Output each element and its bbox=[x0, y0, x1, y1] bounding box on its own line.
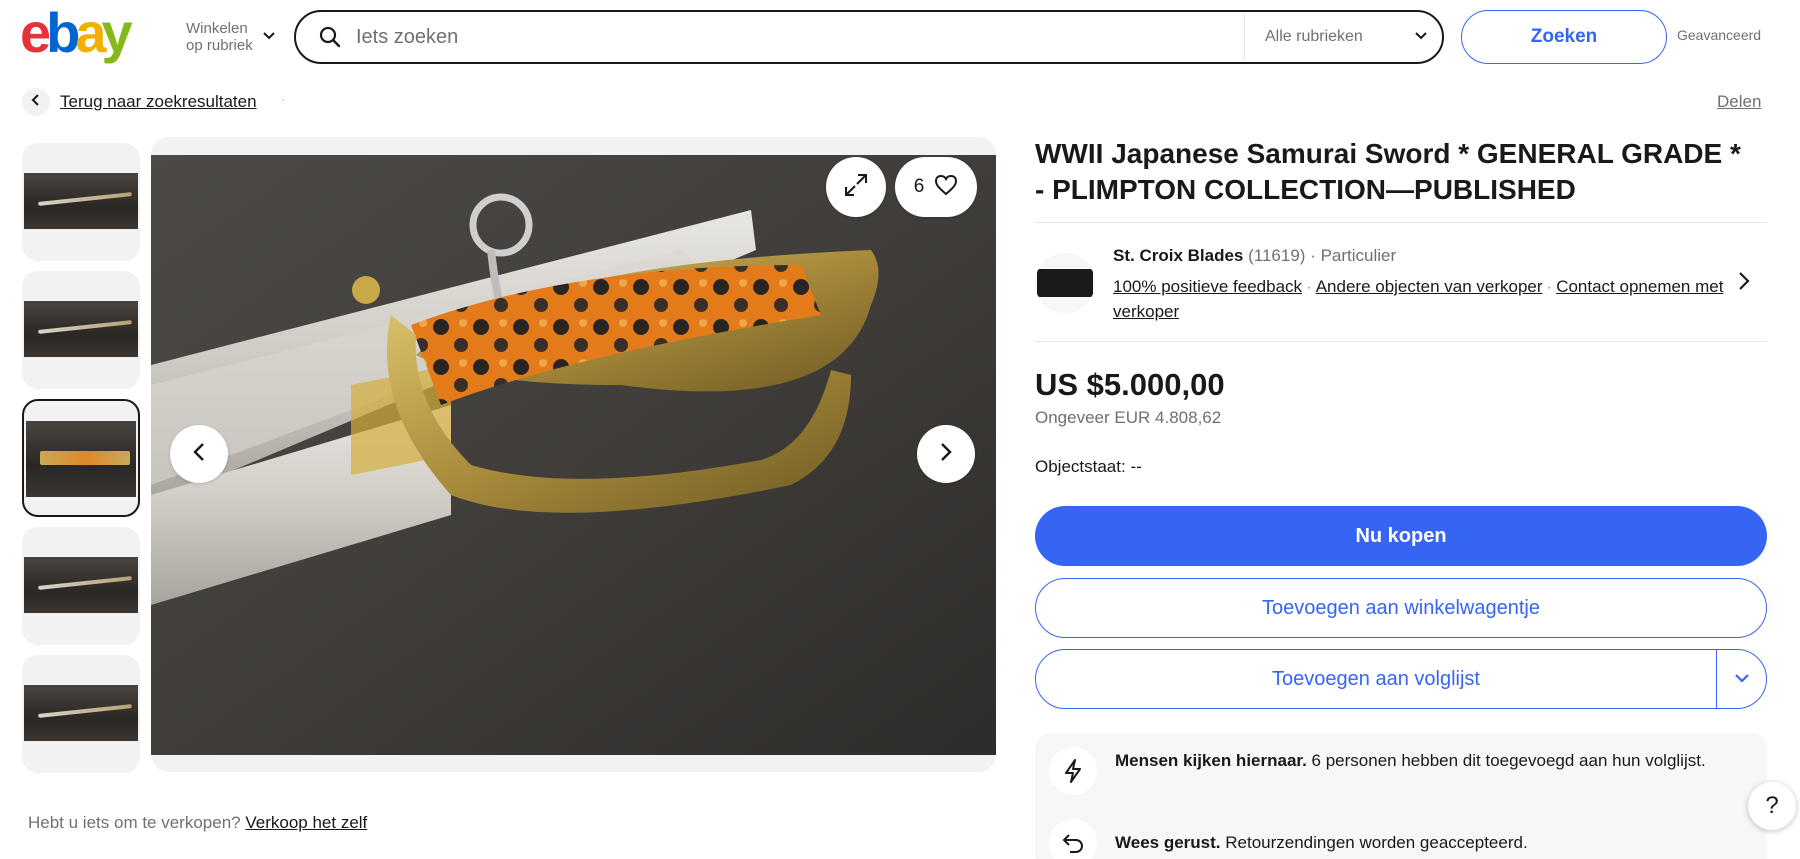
help-button[interactable]: ? bbox=[1748, 782, 1796, 830]
advanced-search-link[interactable]: Geavanceerd bbox=[1677, 27, 1761, 43]
sell-prompt-text: Hebt u iets om te verkopen? bbox=[28, 813, 241, 832]
watch-count: 6 bbox=[913, 176, 925, 197]
breadcrumb-separator: · bbox=[281, 91, 286, 107]
logo-letter-b: b bbox=[46, 2, 78, 64]
returns-text: Wees gerust. Retourzendingen worden geac… bbox=[1115, 819, 1528, 855]
other-items-link[interactable]: Andere objecten van verkoper bbox=[1316, 277, 1543, 296]
listing-title: WWII Japanese Samurai Sword * GENERAL GR… bbox=[1035, 138, 1741, 205]
thumbnail-2[interactable] bbox=[22, 271, 140, 389]
chevron-left-icon bbox=[31, 93, 41, 112]
watchlist-control: Toevoegen aan volglijst bbox=[1035, 649, 1767, 709]
logo-letter-y: y bbox=[102, 2, 133, 64]
seller-logo bbox=[1037, 269, 1093, 297]
seller-links: 100% positieve feedback · Andere objecten … bbox=[1113, 274, 1733, 324]
thumbnail-1[interactable] bbox=[22, 143, 140, 261]
chevron-left-icon bbox=[192, 441, 206, 468]
watching-bold: Mensen kijken hiernaar. bbox=[1115, 751, 1307, 770]
search-category-label: Alle rubrieken bbox=[1265, 28, 1363, 45]
chevron-down-icon bbox=[1414, 28, 1428, 46]
search-input[interactable] bbox=[342, 12, 1244, 62]
share-link[interactable]: Delen bbox=[1717, 92, 1761, 112]
chevron-right-icon[interactable] bbox=[1738, 271, 1750, 296]
back-to-results-link[interactable]: Terug naar zoekresultaten bbox=[60, 92, 257, 112]
category-menu[interactable]: Winkelen op rubriek bbox=[186, 10, 278, 64]
add-to-watchlist-button[interactable]: Toevoegen aan volglijst bbox=[1036, 650, 1716, 708]
divider bbox=[1035, 341, 1767, 342]
previous-image-button[interactable] bbox=[170, 425, 228, 483]
price-approx-value: EUR 4.808,62 bbox=[1114, 408, 1222, 427]
watching-detail: 6 personen hebben dit toegevoegd aan hun… bbox=[1311, 751, 1706, 770]
category-menu-label: Winkelen op rubriek bbox=[186, 20, 253, 54]
svg-text:ebay: ebay bbox=[20, 2, 133, 64]
thumbnail-image bbox=[24, 557, 138, 613]
link-separator: · bbox=[1546, 277, 1553, 296]
return-arrow-icon bbox=[1049, 819, 1097, 859]
back-button[interactable] bbox=[22, 88, 50, 116]
expand-icon bbox=[843, 172, 869, 203]
watching-text: Mensen kijken hiernaar. 6 personen hebbe… bbox=[1115, 747, 1706, 773]
main-product-image[interactable] bbox=[151, 155, 996, 755]
returns-detail: Retourzendingen worden geaccepteerd. bbox=[1225, 833, 1528, 852]
chevron-down-icon bbox=[1734, 670, 1750, 688]
thumbnail-5[interactable] bbox=[22, 655, 140, 773]
heart-icon bbox=[934, 174, 958, 201]
search-button[interactable]: Zoeken bbox=[1461, 10, 1667, 64]
seller-feedback-score: (11619) bbox=[1248, 246, 1306, 265]
seller-type: · Particulier bbox=[1310, 246, 1397, 265]
info-box: Mensen kijken hiernaar. 6 personen hebbe… bbox=[1035, 733, 1767, 859]
positive-feedback-link[interactable]: 100% positieve feedback bbox=[1113, 277, 1302, 296]
returns-info: Wees gerust. Retourzendingen worden geac… bbox=[1049, 819, 1749, 859]
main-image-frame bbox=[151, 137, 996, 772]
condition: Objectstaat: -- bbox=[1035, 457, 1142, 477]
thumbnail-image bbox=[24, 301, 138, 357]
price: US $5.000,00 bbox=[1035, 367, 1225, 402]
search-bar: Alle rubrieken bbox=[294, 10, 1444, 64]
watchlist-dropdown-button[interactable] bbox=[1716, 650, 1766, 708]
returns-bold: Wees gerust. bbox=[1115, 833, 1221, 852]
condition-label: Objectstaat: bbox=[1035, 457, 1126, 476]
watch-button[interactable]: 6 bbox=[895, 157, 977, 217]
thumbnail-image bbox=[26, 421, 136, 497]
thumbnail-4[interactable] bbox=[22, 527, 140, 645]
next-image-button[interactable] bbox=[917, 425, 975, 483]
thumbnail-image bbox=[24, 173, 138, 229]
thumbnail-image bbox=[24, 685, 138, 741]
sell-it-yourself-link[interactable]: Verkoop het zelf bbox=[245, 813, 367, 832]
seller-avatar[interactable] bbox=[1035, 253, 1095, 313]
price-approx: Ongeveer EUR 4.808,62 bbox=[1035, 408, 1221, 428]
divider bbox=[1035, 222, 1767, 223]
search-category-select[interactable]: Alle rubrieken bbox=[1244, 14, 1442, 60]
chevron-down-icon bbox=[262, 28, 276, 46]
sell-prompt: Hebt u iets om te verkopen? Verkoop het … bbox=[28, 813, 367, 833]
condition-value: -- bbox=[1130, 457, 1142, 476]
link-separator: · bbox=[1306, 277, 1312, 296]
buy-now-button[interactable]: Nu kopen bbox=[1035, 506, 1767, 566]
thumbnail-3-selected[interactable] bbox=[22, 399, 140, 517]
expand-button[interactable] bbox=[826, 157, 886, 217]
search-icon bbox=[318, 25, 342, 49]
add-to-cart-button[interactable]: Toevoegen aan winkelwagentje bbox=[1035, 578, 1767, 638]
ebay-logo[interactable]: ebay bbox=[20, 2, 170, 64]
lightning-icon bbox=[1049, 747, 1097, 795]
chevron-right-icon bbox=[939, 441, 953, 468]
seller-name[interactable]: St. Croix Blades bbox=[1113, 246, 1243, 265]
price-approx-label: Ongeveer bbox=[1035, 408, 1110, 427]
watching-info: Mensen kijken hiernaar. 6 personen hebbe… bbox=[1049, 747, 1749, 795]
seller-info: St. Croix Blades (11619) · Particulier bbox=[1113, 246, 1396, 266]
